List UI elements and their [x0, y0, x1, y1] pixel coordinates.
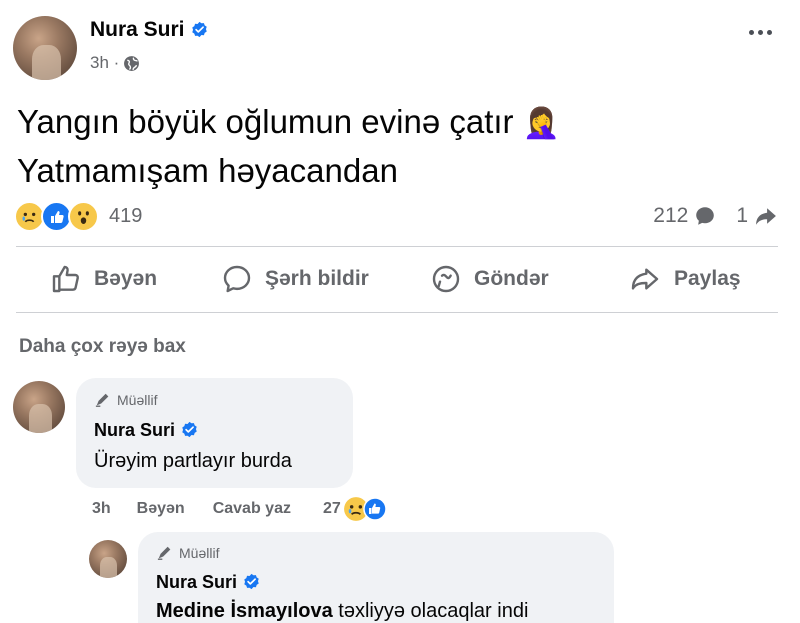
post-meta: 3h ·	[90, 53, 140, 73]
comment-icon	[223, 265, 251, 293]
share-icon	[631, 268, 659, 290]
comment-count[interactable]: 212	[653, 204, 688, 228]
send-button[interactable]: Göndər	[430, 263, 549, 295]
divider	[16, 312, 778, 313]
reply-avatar[interactable]	[89, 540, 127, 578]
author-badge-label: Müəllif	[179, 545, 220, 561]
post-text-line1: Yangın böyük oğlumun evinə çatır	[17, 103, 514, 140]
post-author-name[interactable]: Nura Suri	[90, 18, 185, 41]
author-badge: Müəllif	[94, 392, 157, 408]
more-options-icon[interactable]	[749, 30, 772, 35]
comment-label: Şərh bildir	[265, 267, 369, 290]
comment-button[interactable]: Şərh bildir	[221, 263, 369, 295]
send-label: Göndər	[474, 267, 549, 290]
mention-link[interactable]: Medine İsmayılova	[156, 600, 333, 622]
reply-text-body: təxliyyə olacaqlar indi	[332, 600, 529, 622]
messenger-icon	[432, 265, 460, 293]
post-text: Yangın böyük oğlumun evinə çatır 🤦‍♀️ Ya…	[17, 98, 757, 194]
comment-time[interactable]: 3h	[92, 500, 111, 518]
reply-author[interactable]: Nura Suri	[156, 572, 260, 593]
comment-text: Ürəyim partlayır burda	[94, 450, 292, 472]
view-more-comments-link[interactable]: Daha çox rəyə bax	[19, 336, 186, 358]
reaction-count[interactable]: 419	[109, 205, 142, 228]
wow-reaction-icon	[68, 201, 99, 232]
reactions-summary[interactable]: 419	[14, 201, 142, 232]
pencil-icon	[157, 546, 171, 560]
like-reaction-icon	[363, 497, 387, 521]
comment-reaction-count[interactable]: 27	[323, 500, 341, 518]
share-count[interactable]: 1	[736, 204, 748, 228]
like-label: Bəyən	[94, 267, 158, 290]
share-label: Paylaş	[674, 267, 741, 290]
author-badge-label: Müəllif	[117, 392, 158, 408]
facepalm-emoji: 🤦‍♀️	[522, 106, 561, 141]
reply-bubble: Müəllif Nura Suri Medine İsmayılova təxl…	[138, 532, 614, 623]
comment-avatar[interactable]	[13, 381, 65, 433]
comment-like-button[interactable]: Bəyən	[137, 500, 185, 518]
reply-text: Medine İsmayılova təxliyyə olacaqlar ind…	[156, 600, 528, 623]
comment-count-icon	[696, 207, 715, 225]
comment-author-name[interactable]: Nura Suri	[94, 420, 175, 440]
author-badge: Müəllif	[156, 545, 219, 561]
comment-author[interactable]: Nura Suri	[94, 420, 198, 441]
verified-icon	[244, 573, 259, 590]
divider	[16, 246, 778, 247]
verified-icon	[191, 21, 207, 38]
share-button[interactable]: Paylaş	[628, 263, 741, 295]
post-author[interactable]: Nura Suri	[90, 18, 208, 42]
comment-actions: 3h Bəyən Cavab yaz 27	[92, 496, 387, 522]
share-count-icon	[756, 208, 776, 225]
globe-icon	[124, 55, 140, 71]
author-avatar[interactable]	[13, 16, 77, 80]
comment-bubble: Müəllif Nura Suri Ürəyim partlayır burda	[76, 378, 353, 488]
like-icon	[52, 265, 79, 293]
post-text-line2: Yatmamışam həyacandan	[17, 152, 398, 189]
comment-reply-button[interactable]: Cavab yaz	[213, 500, 291, 518]
pencil-icon	[95, 393, 109, 407]
reply-author-name[interactable]: Nura Suri	[156, 572, 237, 592]
engagement-counts: 212 1	[653, 204, 778, 228]
post-time[interactable]: 3h ·	[90, 53, 119, 73]
like-button[interactable]: Bəyən	[50, 263, 157, 295]
verified-icon	[182, 421, 197, 438]
